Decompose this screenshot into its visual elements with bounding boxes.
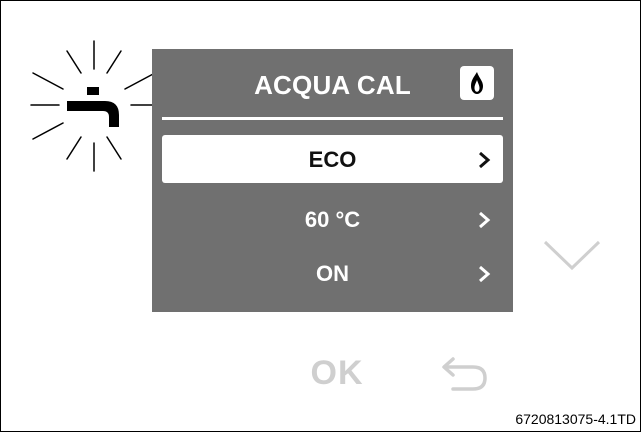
header-divider (162, 117, 503, 120)
figure-id: 6720813075-4.1TD (515, 411, 636, 427)
menu-item-temperature[interactable]: 60 °C (162, 195, 503, 243)
menu-item-label: ON (316, 261, 349, 286)
chevron-down-icon[interactable] (541, 238, 603, 272)
back-arrow-icon[interactable] (439, 356, 489, 392)
display-screen: ACQUA CAL ECO 60 °C ON (152, 49, 513, 312)
control-panel: ACQUA CAL ECO 60 °C ON OK 6720813075-4.1… (0, 0, 641, 432)
menu-item-label: 60 °C (304, 207, 361, 232)
chevron-right-icon (479, 265, 491, 283)
menu-item-eco[interactable]: ECO (162, 135, 503, 183)
screen-header: ACQUA CAL (152, 49, 513, 117)
menu-item-label: ECO (308, 147, 357, 172)
menu-item-on[interactable]: ON (162, 249, 503, 297)
chevron-right-icon (479, 151, 491, 169)
flame-icon (460, 66, 494, 100)
hot-water-tap-icon (30, 40, 161, 172)
ok-button[interactable]: OK (306, 353, 368, 393)
chevron-right-icon (479, 211, 491, 229)
